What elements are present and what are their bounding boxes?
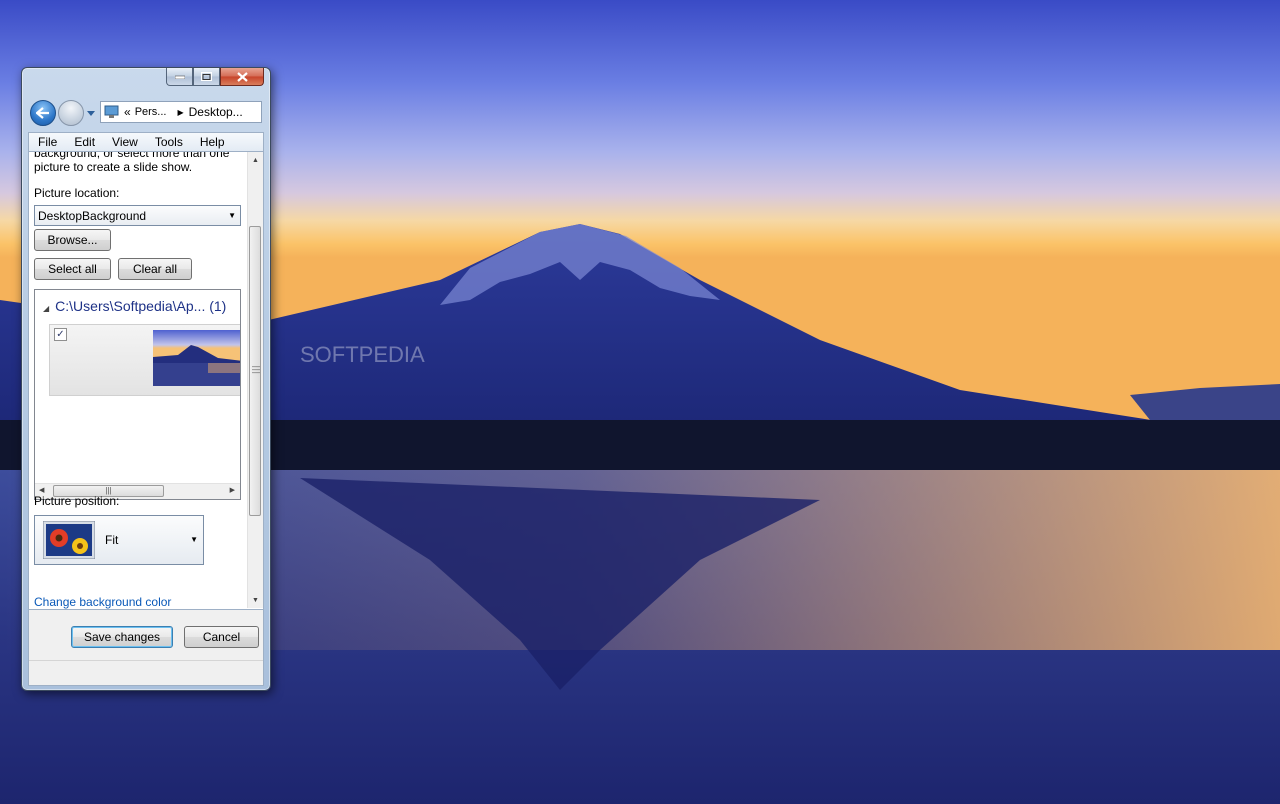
minimize-button[interactable] bbox=[166, 68, 193, 86]
vertical-scrollbar[interactable]: ▲ — — — ▼ bbox=[247, 152, 263, 608]
browse-button[interactable]: Browse... bbox=[34, 229, 111, 251]
picture-group-header[interactable]: ◢ C:\Users\Softpedia\Ap... (1) bbox=[43, 298, 226, 314]
picture-position-dropdown[interactable]: Fit ▼ bbox=[34, 515, 204, 565]
scroll-down-icon[interactable]: ▼ bbox=[248, 592, 263, 608]
change-background-color-link[interactable]: Change background color bbox=[34, 595, 171, 609]
menu-help[interactable]: Help bbox=[191, 135, 233, 149]
caption-buttons bbox=[166, 68, 264, 87]
save-changes-button[interactable]: Save changes bbox=[71, 626, 173, 648]
menu-tools[interactable]: Tools bbox=[146, 135, 191, 149]
maximize-button[interactable] bbox=[193, 68, 220, 86]
select-all-button[interactable]: Select all bbox=[34, 258, 111, 280]
vertical-scroll-thumb[interactable]: — — — bbox=[249, 226, 261, 516]
maximize-icon bbox=[201, 72, 212, 81]
intro-line: background, or select more than one bbox=[34, 152, 230, 160]
scroll-up-icon[interactable]: ▲ bbox=[248, 152, 263, 168]
dropdown-arrow-icon: ▼ bbox=[228, 211, 236, 220]
clear-all-button[interactable]: Clear all bbox=[118, 258, 192, 280]
back-button[interactable] bbox=[30, 100, 56, 126]
dialog-footer: Save changes Cancel bbox=[28, 610, 264, 686]
scroll-left-icon[interactable]: ◀ bbox=[39, 486, 44, 494]
collapse-triangle-icon[interactable]: ◢ bbox=[43, 304, 49, 313]
picture-position-value: Fit bbox=[105, 533, 119, 547]
fit-preview-icon bbox=[43, 521, 95, 559]
minimize-icon bbox=[174, 75, 185, 79]
breadcrumb-desktop-background[interactable]: Desktop... bbox=[189, 105, 243, 119]
dropdown-arrow-icon: ▼ bbox=[190, 535, 198, 544]
picture-location-value: DesktopBackground bbox=[38, 208, 147, 223]
recent-pages-dropdown-icon[interactable] bbox=[86, 108, 96, 118]
picture-list: ◢ C:\Users\Softpedia\Ap... (1) ✓ ◀ ||| ▶ bbox=[34, 289, 241, 500]
address-bar[interactable]: « Pers... ▶ Desktop... bbox=[100, 101, 262, 123]
close-button[interactable] bbox=[220, 68, 264, 86]
menu-view[interactable]: View bbox=[103, 135, 146, 149]
back-arrow-icon bbox=[36, 107, 49, 119]
navigation-bar: « Pers... ▶ Desktop... bbox=[28, 98, 264, 128]
watermark-text: SOFTPEDIA bbox=[300, 342, 425, 367]
picture-group-title: C:\Users\Softpedia\Ap... (1) bbox=[55, 298, 227, 314]
control-panel-icon bbox=[104, 105, 119, 118]
cancel-button[interactable]: Cancel bbox=[184, 626, 259, 648]
menu-file[interactable]: File bbox=[29, 135, 65, 149]
picture-location-label: Picture location: bbox=[34, 186, 120, 200]
scroll-right-icon[interactable]: ▶ bbox=[230, 486, 235, 494]
picture-position-label: Picture position: bbox=[34, 494, 120, 508]
content-pane: background, or select more than one pict… bbox=[28, 152, 264, 610]
intro-line: picture to create a slide show. bbox=[34, 160, 193, 174]
picture-tile[interactable]: ✓ bbox=[49, 324, 240, 396]
breadcrumb-personalization[interactable]: Pers... bbox=[135, 106, 167, 118]
status-divider bbox=[29, 660, 263, 661]
wallpaper-thumbnail bbox=[153, 330, 240, 386]
breadcrumb-chevron-icon[interactable]: ▶ bbox=[177, 108, 183, 117]
intro-text: background, or select more than one pict… bbox=[34, 152, 239, 174]
personalization-window: « Pers... ▶ Desktop... File Edit View To… bbox=[21, 67, 271, 691]
picture-checkbox[interactable]: ✓ bbox=[54, 328, 67, 341]
picture-location-dropdown[interactable]: DesktopBackground ▼ bbox=[34, 205, 241, 226]
close-icon bbox=[236, 71, 248, 82]
forward-button[interactable] bbox=[58, 100, 84, 126]
menu-bar: File Edit View Tools Help bbox=[28, 132, 264, 152]
breadcrumb-overflow-icon[interactable]: « bbox=[124, 105, 131, 119]
menu-edit[interactable]: Edit bbox=[65, 135, 103, 149]
